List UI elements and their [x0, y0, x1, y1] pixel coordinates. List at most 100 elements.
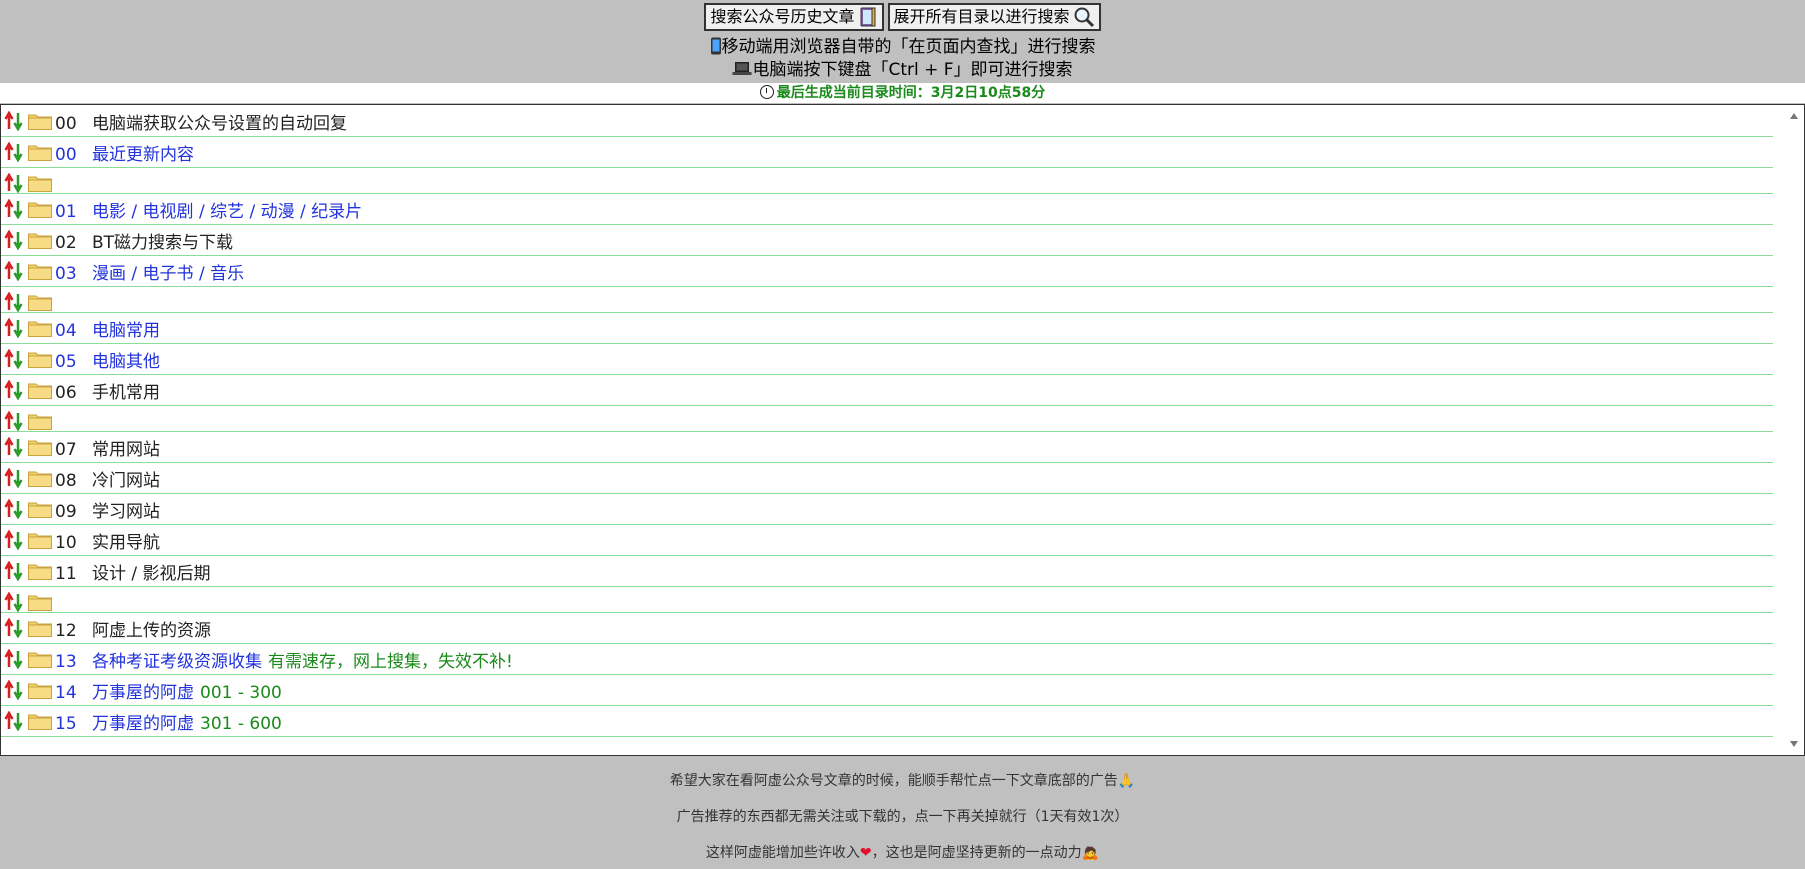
- sort-arrows-icon[interactable]: [4, 411, 24, 431]
- sort-arrows-icon[interactable]: [4, 349, 24, 369]
- folder-icon[interactable]: [28, 382, 52, 399]
- folder-icon[interactable]: [28, 351, 52, 368]
- footer-line-1: 希望大家在看阿虚公众号文章的时候，能顺手帮忙点一下文章底部的广告🙏: [669, 773, 1136, 789]
- sort-arrows-icon[interactable]: [4, 230, 24, 250]
- sort-arrows-icon[interactable]: [4, 711, 24, 731]
- sort-arrows-icon[interactable]: [4, 261, 24, 281]
- row-label[interactable]: 万事屋的阿虚 301 - 600: [92, 709, 282, 734]
- directory-row[interactable]: 12 阿虚上传的资源: [1, 612, 1773, 644]
- mobile-hint-text: 移动端用浏览器自带的「在页面内查找」进行搜索: [721, 37, 1096, 57]
- folder-icon[interactable]: [28, 501, 52, 518]
- sort-arrows-icon[interactable]: [4, 680, 24, 700]
- directory-row[interactable]: 01 电影 / 电视剧 / 综艺 / 动漫 / 纪录片: [1, 193, 1773, 225]
- directory-row[interactable]: 07 常用网站: [1, 431, 1773, 463]
- folder-icon[interactable]: [28, 594, 52, 611]
- sort-arrows-icon[interactable]: [4, 318, 24, 338]
- row-label-text: 电脑常用: [92, 321, 160, 341]
- directory-row[interactable]: 05 电脑其他: [1, 343, 1773, 375]
- directory-row[interactable]: 08 冷门网站: [1, 462, 1773, 494]
- directory-row[interactable]: 06 手机常用: [1, 374, 1773, 406]
- directory-row[interactable]: 10 实用导航: [1, 524, 1773, 556]
- folder-icon[interactable]: [28, 620, 52, 637]
- folder-icon[interactable]: [28, 232, 52, 249]
- sort-arrows-icon[interactable]: [4, 292, 24, 312]
- directory-row[interactable]: [1, 586, 1773, 613]
- sort-arrows-icon[interactable]: [4, 380, 24, 400]
- desktop-hint-text: 电脑端按下键盘「Ctrl + F」即可进行搜索: [752, 60, 1073, 80]
- folder-icon[interactable]: [28, 532, 52, 549]
- directory-row[interactable]: 13 各种考证考级资源收集 有需速存，网上搜集，失效不补!: [1, 643, 1773, 675]
- folder-icon[interactable]: [28, 470, 52, 487]
- folder-icon[interactable]: [28, 651, 52, 668]
- row-label: 实用导航: [92, 528, 160, 553]
- sort-arrows-icon[interactable]: [4, 437, 24, 457]
- folder-icon[interactable]: [28, 263, 52, 280]
- expand-all-button[interactable]: 展开所有目录以进行搜索: [887, 3, 1101, 31]
- row-label-text: 电脑端获取公众号设置的自动回复: [92, 114, 347, 134]
- directory-row[interactable]: 14 万事屋的阿虚 001 - 300: [1, 674, 1773, 706]
- directory-row[interactable]: [1, 286, 1773, 313]
- folder-icon[interactable]: [28, 713, 52, 730]
- row-label[interactable]: 电影 / 电视剧 / 综艺 / 动漫 / 纪录片: [92, 197, 362, 222]
- heart-icon: ❤: [859, 845, 872, 861]
- folder-icon[interactable]: [28, 294, 52, 311]
- row-note: 301 - 600: [200, 714, 282, 734]
- sort-arrows-icon[interactable]: [4, 592, 24, 612]
- directory-row[interactable]: 00 电脑端获取公众号设置的自动回复: [1, 105, 1773, 137]
- row-label-text: 学习网站: [92, 502, 160, 522]
- row-label[interactable]: 各种考证考级资源收集 有需速存，网上搜集，失效不补!: [92, 647, 513, 672]
- row-label[interactable]: 电脑其他: [92, 347, 160, 372]
- row-label[interactable]: 最近更新内容: [92, 140, 194, 165]
- directory-row[interactable]: 09 学习网站: [1, 493, 1773, 525]
- row-label[interactable]: 电脑常用: [92, 316, 160, 341]
- magnifier-icon: [1074, 7, 1094, 28]
- sort-arrows-icon[interactable]: [4, 468, 24, 488]
- sort-arrows-icon[interactable]: [4, 142, 24, 162]
- row-number: 00: [55, 145, 77, 165]
- folder-icon[interactable]: [28, 682, 52, 699]
- scrollbar[interactable]: [1782, 105, 1804, 755]
- footer-line-3-start: 这样阿虚能增加些许收入: [705, 845, 860, 861]
- footer-line-2: 广告推荐的东西都无需关注或下载的，点一下再关掉就行（1天有效1次）: [676, 809, 1129, 825]
- search-history-button[interactable]: 搜索公众号历史文章: [704, 3, 884, 31]
- sort-arrows-icon[interactable]: [4, 618, 24, 638]
- sort-arrows-icon[interactable]: [4, 199, 24, 219]
- row-label-text: 电影 / 电视剧 / 综艺 / 动漫 / 纪录片: [92, 202, 363, 222]
- directory-row[interactable]: 03 漫画 / 电子书 / 音乐: [1, 255, 1773, 287]
- folder-icon[interactable]: [28, 413, 52, 430]
- directory-row[interactable]: 11 设计 / 影视后期: [1, 555, 1773, 587]
- directory-row[interactable]: [1, 405, 1773, 432]
- folder-icon[interactable]: [28, 113, 52, 130]
- scroll-down-arrow[interactable]: [1790, 741, 1798, 747]
- scroll-up-arrow[interactable]: [1790, 113, 1798, 119]
- row-label: 学习网站: [92, 497, 160, 522]
- row-label[interactable]: 万事屋的阿虚 001 - 300: [92, 678, 282, 703]
- mobile-phone-icon: [710, 37, 721, 55]
- folder-icon[interactable]: [28, 201, 52, 218]
- sort-arrows-icon[interactable]: [4, 499, 24, 519]
- sort-arrows-icon[interactable]: [4, 649, 24, 669]
- folder-icon[interactable]: [28, 144, 52, 161]
- sort-arrows-icon[interactable]: [4, 530, 24, 550]
- folder-icon[interactable]: [28, 320, 52, 337]
- directory-row[interactable]: 15 万事屋的阿虚 301 - 600: [1, 705, 1773, 737]
- directory-row[interactable]: 04 电脑常用: [1, 312, 1773, 344]
- row-label: 冷门网站: [92, 466, 160, 491]
- sort-arrows-icon[interactable]: [4, 111, 24, 131]
- row-label-text: 设计 / 影视后期: [92, 564, 211, 584]
- directory-row[interactable]: [1, 167, 1773, 194]
- folder-icon[interactable]: [28, 175, 52, 192]
- row-label: 常用网站: [92, 435, 160, 460]
- sort-arrows-icon[interactable]: [4, 173, 24, 193]
- row-label[interactable]: 漫画 / 电子书 / 音乐: [92, 259, 244, 284]
- directory-list[interactable]: 00 电脑端获取公众号设置的自动回复 00 最近更新内容 01 电影 / 电视剧 / 综艺…: [0, 104, 1805, 756]
- folder-icon[interactable]: [28, 563, 52, 580]
- sort-arrows-icon[interactable]: [4, 561, 24, 581]
- directory-row[interactable]: 00 最近更新内容: [1, 136, 1773, 168]
- directory-row[interactable]: 02 BT磁力搜索与下载: [1, 224, 1773, 256]
- row-number: 08: [55, 471, 77, 491]
- folder-icon[interactable]: [28, 439, 52, 456]
- search-history-label: 搜索公众号历史文章: [710, 7, 855, 26]
- desktop-search-hint: 电脑端按下键盘「Ctrl + F」即可进行搜索: [0, 59, 1805, 81]
- row-label: 设计 / 影视后期: [92, 559, 211, 584]
